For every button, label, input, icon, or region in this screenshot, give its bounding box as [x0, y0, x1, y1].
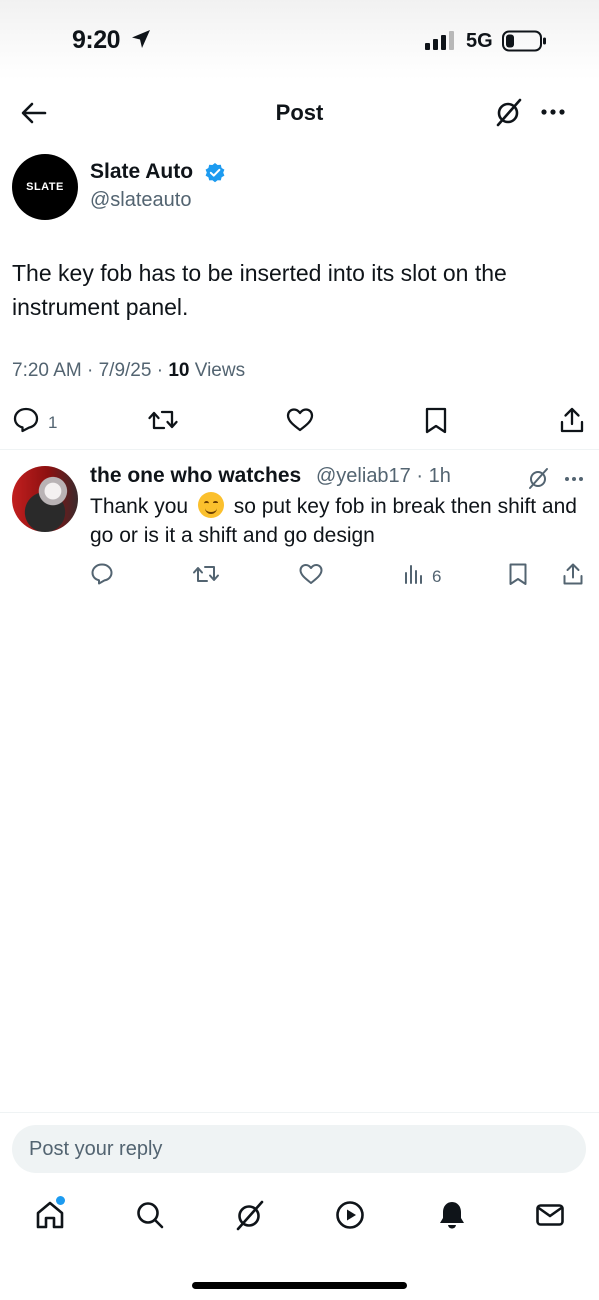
status-bar: 9:20 5G — [0, 0, 599, 80]
smiling-face-emoji — [197, 492, 224, 518]
home-badge-dot — [56, 1196, 65, 1205]
post-text: The key fob has to be inserted into its … — [12, 260, 507, 320]
reply-author-handle[interactable]: @yeliab17 — [316, 465, 411, 487]
reply-author-name[interactable]: the one who watches — [90, 464, 301, 488]
grok-tab[interactable] — [233, 1200, 267, 1234]
verified-badge-icon — [204, 162, 226, 189]
reply-author-meta: @yeliab17 · 1h — [316, 465, 451, 487]
reply-age: 1h — [428, 465, 451, 487]
bookmark-icon — [507, 562, 529, 591]
reply-bookmark-button[interactable] — [507, 562, 529, 591]
author-handle[interactable]: @slateauto — [90, 189, 191, 212]
reply-text-before-emoji: Thank you — [90, 495, 194, 518]
like-icon — [298, 562, 324, 591]
video-tab[interactable] — [333, 1200, 367, 1234]
bottom-tab-bar — [0, 1188, 599, 1248]
messages-tab[interactable] — [533, 1200, 567, 1234]
share-button[interactable] — [558, 406, 586, 439]
post-actions: 1 — [0, 402, 599, 442]
views-icon — [402, 562, 426, 591]
grok-icon — [233, 1198, 267, 1237]
reply-more-dots-icon[interactable] — [563, 472, 587, 490]
location-arrow-icon — [130, 28, 152, 55]
reply-repost-button[interactable] — [192, 562, 220, 591]
author-avatar[interactable]: SLATE — [12, 154, 78, 220]
play-icon — [334, 1199, 366, 1236]
bookmark-button[interactable] — [423, 406, 449, 439]
post-meta: 7:20 AM · 7/9/25 · 10 Views — [12, 360, 246, 381]
battery-icon — [502, 30, 548, 57]
reply-composer — [0, 1112, 599, 1188]
status-time: 9:20 — [72, 26, 121, 54]
reply-input[interactable] — [12, 1125, 586, 1173]
search-icon — [134, 1199, 166, 1236]
reply-text: Thank you so put key fob in break then s… — [90, 492, 580, 550]
post-views-count: 10 — [168, 360, 190, 381]
bell-icon — [436, 1199, 468, 1236]
author-name[interactable]: Slate Auto — [90, 160, 193, 184]
share-icon — [558, 406, 586, 439]
notifications-tab[interactable] — [435, 1200, 469, 1234]
avatar-logo-text: SLATE — [26, 181, 64, 193]
reply-count: 1 — [48, 412, 58, 432]
reply-author-avatar[interactable] — [12, 466, 78, 532]
divider — [0, 449, 599, 450]
reply-reply-button[interactable] — [90, 562, 114, 591]
reply-icon — [12, 406, 40, 439]
grok-icon[interactable] — [493, 96, 525, 133]
repost-icon — [192, 562, 220, 591]
reply-views-count: 6 — [432, 566, 442, 586]
signal-bars-icon — [425, 31, 457, 56]
bookmark-icon — [423, 406, 449, 439]
reply-share-button[interactable] — [561, 562, 585, 591]
reply-grok-icon[interactable] — [527, 466, 551, 495]
reply-views-button[interactable]: 6 — [402, 562, 441, 591]
share-icon — [561, 562, 585, 591]
reply-actions: 6 — [0, 560, 599, 590]
reply-like-button[interactable] — [298, 562, 324, 591]
like-button[interactable] — [285, 406, 315, 439]
repost-button[interactable] — [147, 406, 179, 439]
post-time: 7:20 AM — [12, 360, 82, 381]
post-views-label: Views — [194, 360, 246, 381]
network-label: 5G — [466, 30, 493, 52]
repost-icon — [147, 406, 179, 439]
home-tab[interactable] — [33, 1200, 67, 1234]
envelope-icon — [534, 1199, 566, 1236]
like-icon — [285, 406, 315, 439]
more-dots-icon[interactable] — [539, 100, 569, 129]
search-tab[interactable] — [133, 1200, 167, 1234]
nav-bar: Post — [0, 80, 599, 144]
reply-icon — [90, 562, 114, 591]
reply-button[interactable]: 1 — [12, 406, 57, 439]
home-indicator — [192, 1282, 407, 1289]
post-date: 7/9/25 — [98, 360, 152, 381]
